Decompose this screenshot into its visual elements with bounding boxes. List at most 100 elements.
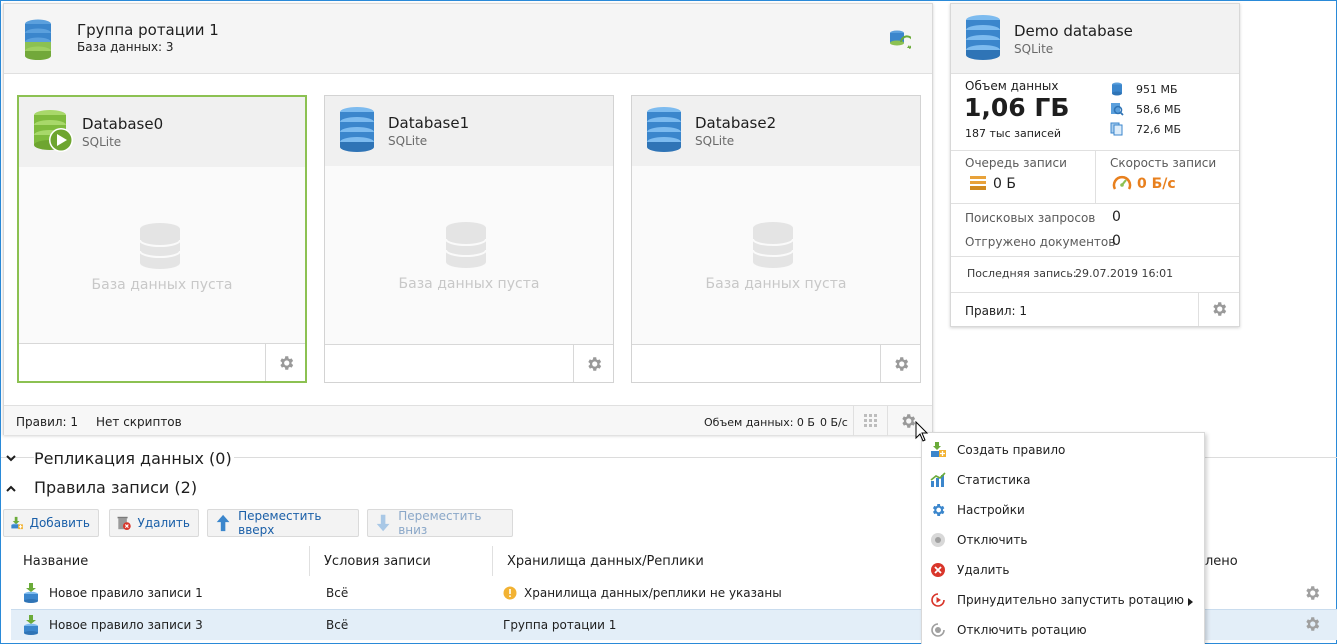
database-size-value: 951 МБ <box>1136 83 1178 96</box>
database-settings-button[interactable] <box>880 345 920 382</box>
rule-name: Новое правило записи 3 <box>49 618 203 632</box>
rotation-group-header: Группа ротации 1 База данных: 3 <box>4 4 932 74</box>
menu-item-label: Удалить <box>957 563 1010 577</box>
gear-icon <box>1306 586 1320 600</box>
rotation-group-footer: Правил: 1 Нет скриптов Объем данных: 0 Б… <box>4 405 932 436</box>
documents-size-value: 72,6 МБ <box>1136 123 1182 136</box>
database-name: Database2 <box>695 114 777 132</box>
empty-database-icon <box>138 223 182 272</box>
settings-icon <box>932 504 945 516</box>
group-write-speed: 0 Б/с <box>820 416 848 429</box>
search-queries-label: Поисковых запросов <box>965 211 1096 225</box>
column-header-conditions[interactable]: Условия записи <box>324 554 431 569</box>
database-name: Database0 <box>82 115 164 133</box>
index-size-value: 58,6 МБ <box>1136 103 1182 116</box>
last-write-label: Последняя запись: <box>967 267 1077 280</box>
mouse-cursor-icon <box>915 420 929 446</box>
grid-view-button[interactable] <box>853 406 887 436</box>
rotation-group-databases: Database0 SQLite База данных пуста Datab… <box>4 74 932 405</box>
rule-conditions: Всё <box>326 586 349 600</box>
gear-icon <box>1213 302 1227 316</box>
empty-database-icon <box>444 222 488 271</box>
database-icon <box>644 106 684 157</box>
column-divider <box>492 546 493 576</box>
move-down-button[interactable]: Переместить вниз <box>367 509 513 537</box>
add-button[interactable]: Добавить <box>3 509 99 537</box>
force-rotation-icon <box>931 593 945 607</box>
database-card-1[interactable]: Database1 SQLite База данных пуста <box>324 95 614 383</box>
menu-item-delete[interactable]: Удалить <box>922 555 1204 585</box>
create-rule-icon <box>931 442 946 457</box>
empty-database-icon <box>751 222 795 271</box>
group-data-volume: Объем данных: 0 Б <box>704 416 815 429</box>
menu-item-label: Отключить ротацию <box>957 623 1087 637</box>
context-menu: Создать правило Статистика Настройки Отк… <box>921 432 1205 644</box>
gear-icon <box>901 414 915 428</box>
column-header-storage[interactable]: Хранилища данных/Реплики <box>507 554 704 569</box>
trash-icon <box>117 516 131 530</box>
database-settings-button[interactable] <box>265 344 305 381</box>
write-queue-icon <box>969 174 987 195</box>
divider <box>951 256 1239 257</box>
chevron-up-icon[interactable] <box>6 482 16 496</box>
database-card-footer <box>632 344 920 382</box>
database-icon <box>337 106 377 157</box>
write-queue-label: Очередь записи <box>965 156 1067 170</box>
gear-icon <box>1306 617 1320 631</box>
column-header-updated[interactable]: лено <box>1205 554 1238 569</box>
move-down-button-label: Переместить вниз <box>398 509 482 537</box>
menu-item-force-rotation[interactable]: Принудительно запустить ротацию <box>922 585 1204 615</box>
database-type: SQLite <box>388 134 428 148</box>
shipped-documents-label: Отгружено документов <box>965 235 1116 249</box>
replication-section-title[interactable]: Репликация данных (0) <box>34 449 234 468</box>
statistics-icon <box>930 472 946 487</box>
database-settings-button[interactable] <box>573 345 613 382</box>
data-volume-label: Объем данных <box>965 79 1059 93</box>
rotation-group-title: Группа ротации 1 <box>77 21 219 39</box>
documents-size-icon <box>1110 122 1124 139</box>
menu-item-settings[interactable]: Настройки <box>922 495 1204 525</box>
row-settings-button[interactable] <box>1303 615 1321 636</box>
grid-icon <box>863 414 877 427</box>
database-type: SQLite <box>695 134 735 148</box>
move-up-button[interactable]: Переместить вверх <box>207 509 359 537</box>
data-volume-value: 1,06 ГБ <box>964 93 1070 122</box>
rotation-group-subtitle: База данных: 3 <box>77 40 174 54</box>
arrow-down-icon <box>376 514 390 532</box>
submenu-arrow-icon <box>1188 595 1193 609</box>
column-header-name[interactable]: Название <box>23 554 88 569</box>
empty-database-text: База данных пуста <box>705 276 847 292</box>
refresh-rotation-icon[interactable] <box>887 28 914 55</box>
menu-item-statistics[interactable]: Статистика <box>922 465 1204 495</box>
menu-item-create-rule[interactable]: Создать правило <box>922 435 1204 465</box>
menu-item-disable-rotation[interactable]: Отключить ротацию <box>922 615 1204 644</box>
delete-icon <box>931 563 945 577</box>
write-rules-section-title[interactable]: Правила записи (2) <box>34 478 197 497</box>
database-card-0[interactable]: Database0 SQLite База данных пуста <box>17 95 307 383</box>
delete-button[interactable]: Удалить <box>109 509 199 537</box>
demo-database-type: SQLite <box>1014 42 1054 56</box>
empty-database-text: База данных пуста <box>91 277 233 293</box>
demo-settings-button[interactable] <box>1198 292 1239 326</box>
database-card-2[interactable]: Database2 SQLite База данных пуста <box>631 95 921 383</box>
demo-database-panel: Demo database SQLite Объем данных 1,06 Г… <box>950 3 1240 327</box>
disable-rotation-icon <box>931 623 945 637</box>
divider <box>951 292 1239 293</box>
menu-item-label: Настройки <box>957 503 1025 517</box>
index-size-icon <box>1110 102 1124 119</box>
chevron-down-icon[interactable] <box>6 452 16 466</box>
search-queries-value: 0 <box>1112 209 1121 225</box>
rule-storage: Хранилища данных/реплики не указаны <box>524 586 782 600</box>
column-divider <box>309 546 310 576</box>
row-settings-button[interactable] <box>1303 584 1321 605</box>
divider <box>1095 150 1096 203</box>
database-name: Database1 <box>388 114 470 132</box>
gear-icon <box>587 356 601 371</box>
move-up-button-label: Переместить вверх <box>238 509 322 537</box>
write-speed-label: Скорость записи <box>1110 156 1217 170</box>
gear-icon <box>279 355 293 370</box>
rotation-group-icon <box>22 18 60 63</box>
speedometer-icon <box>1112 174 1132 197</box>
menu-item-disable[interactable]: Отключить <box>922 525 1204 555</box>
demo-database-title: Demo database <box>1014 22 1133 40</box>
